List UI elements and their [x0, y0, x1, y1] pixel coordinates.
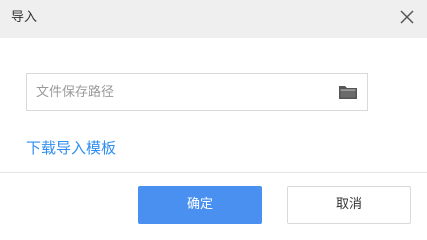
import-dialog: 导入 下载导入模板 确定 取消	[0, 0, 427, 224]
footer-divider	[0, 172, 427, 173]
confirm-button[interactable]: 确定	[138, 186, 262, 224]
cancel-button[interactable]: 取消	[287, 186, 411, 224]
close-icon[interactable]	[397, 7, 417, 27]
download-template-link[interactable]: 下载导入模板	[26, 138, 116, 158]
file-path-input[interactable]	[27, 74, 327, 110]
file-path-field	[26, 73, 368, 111]
dialog-title: 导入	[11, 10, 38, 25]
dialog-header: 导入	[0, 0, 427, 38]
folder-icon[interactable]	[338, 83, 358, 101]
